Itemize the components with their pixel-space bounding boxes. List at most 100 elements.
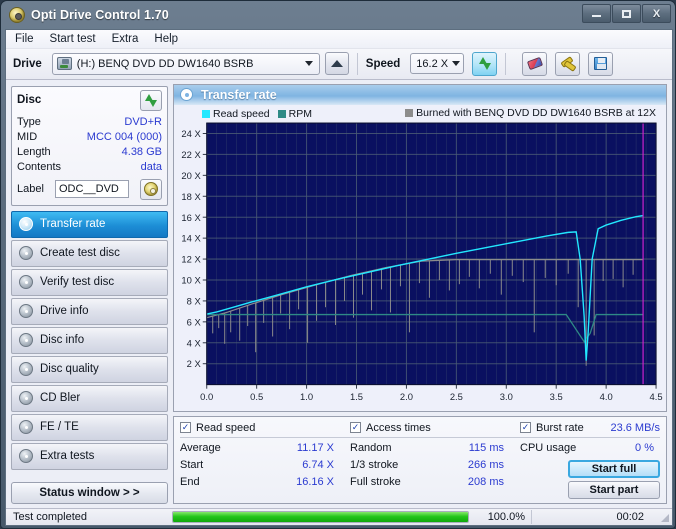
maximize-button[interactable]: [612, 4, 641, 23]
disc-value: MCC 004 (000): [86, 130, 162, 143]
start-part-button[interactable]: Start part: [568, 480, 660, 499]
sidebar-item-label: Disc quality: [40, 363, 99, 376]
svg-text:3.5: 3.5: [550, 392, 563, 403]
disc-icon: [19, 449, 33, 464]
legend-burn-info: Burned with BENQ DVD DD DW1640 BSRB at 1…: [405, 107, 656, 119]
svg-text:2.0: 2.0: [400, 392, 413, 403]
disc-info-panel: Disc Type DVD+R MID MCC 004 (000) Length…: [11, 85, 168, 206]
burst-rate-stats: Burst rate 23.6 MB/s CPU usage 0 % Start…: [520, 422, 660, 499]
eject-icon: [330, 60, 343, 68]
burst-rate-checkbox[interactable]: [520, 422, 531, 434]
menu-file[interactable]: File: [15, 31, 44, 47]
legend-swatch-rpm: [277, 109, 286, 118]
resize-grip[interactable]: [658, 511, 670, 523]
menu-extra[interactable]: Extra: [112, 31, 149, 47]
save-button[interactable]: [588, 51, 614, 76]
erase-button[interactable]: [522, 51, 548, 76]
stat-row-average: Average 11.17 X: [180, 440, 350, 457]
close-button[interactable]: X: [642, 4, 671, 23]
eraser-icon: [526, 57, 543, 71]
access-times-checkbox[interactable]: [350, 422, 361, 434]
disc-label-row: Label: [17, 178, 162, 200]
eject-button[interactable]: [324, 52, 349, 76]
svg-text:16 X: 16 X: [181, 212, 201, 223]
stat-row-start: Start 6.74 X: [180, 457, 350, 474]
sidebar-item-disc-quality[interactable]: Disc quality: [11, 355, 168, 383]
svg-text:4.0: 4.0: [600, 392, 613, 403]
stat-row-full-stroke: Full stroke 208 ms: [350, 474, 520, 491]
legend-label-burn: Burned with BENQ DVD DD DW1640 BSRB at 1…: [416, 106, 656, 119]
disc-icon: [19, 217, 33, 232]
stat-key: Random: [350, 441, 392, 454]
disc-label-input[interactable]: [54, 180, 129, 199]
sidebar-item-transfer-rate[interactable]: Transfer rate: [11, 210, 168, 238]
stat-key: 1/3 stroke: [350, 458, 399, 471]
svg-text:0.5: 0.5: [250, 392, 263, 403]
svg-text:22 X: 22 X: [181, 150, 201, 161]
status-window-button[interactable]: Status window > >: [11, 481, 168, 504]
stat-key: Full stroke: [350, 475, 401, 488]
svg-text:18 X: 18 X: [181, 192, 201, 203]
toolbar-divider-2: [505, 52, 507, 75]
stat-key: Start: [180, 458, 204, 471]
title-bar: Opti Drive Control 1.70 X: [1, 1, 675, 29]
sidebar-item-label: FE / TE: [40, 421, 79, 434]
legend-label-rpm: RPM: [288, 107, 312, 120]
disc-icon: [19, 275, 33, 290]
legend-swatch-read-speed: [202, 109, 210, 118]
progress-bar: [172, 510, 469, 523]
disc-refresh-button[interactable]: [140, 89, 162, 111]
sidebar-item-create-test-disc[interactable]: Create test disc: [11, 239, 168, 267]
burst-rate-value: 23.6 MB/s: [610, 421, 660, 434]
disc-row-type: Type DVD+R: [17, 115, 162, 130]
speed-select[interactable]: 16.2 X: [410, 53, 465, 75]
disc-label-button[interactable]: [139, 178, 162, 200]
toolbar: Drive (H:) BENQ DVD DD DW1640 BSRB Speed…: [6, 48, 672, 80]
sidebar-item-drive-info[interactable]: Drive info: [11, 297, 168, 325]
sidebar-item-extra-tests[interactable]: Extra tests: [11, 442, 168, 470]
stat-key: Average: [180, 441, 221, 454]
disc-key: Type: [17, 115, 41, 128]
svg-text:8 X: 8 X: [187, 296, 202, 307]
disc-label-key: Label: [17, 183, 44, 196]
main-body: Disc Type DVD+R MID MCC 004 (000) Length…: [6, 79, 676, 508]
progress-percent: 100.0%: [487, 510, 525, 523]
status-divider: [531, 509, 532, 524]
disc-icon: [19, 304, 33, 319]
toolbar-divider-1: [356, 52, 358, 75]
sidebar-item-disc-info[interactable]: Disc info: [11, 326, 168, 354]
window-title: Opti Drive Control 1.70: [31, 8, 169, 22]
stat-value: 0 %: [635, 441, 654, 454]
disc-row-contents: Contents data: [17, 160, 162, 175]
stat-value: 208 ms: [467, 475, 504, 488]
sidebar-nav: Transfer rate Create test disc Verify te…: [11, 210, 168, 470]
sidebar-item-fe-te[interactable]: FE / TE: [11, 413, 168, 441]
save-icon: [594, 57, 608, 71]
tools-button[interactable]: [555, 51, 581, 76]
app-disc-icon: [9, 7, 25, 23]
sidebar-item-verify-test-disc[interactable]: Verify test disc: [11, 268, 168, 296]
menu-start-test[interactable]: Start test: [50, 31, 106, 47]
chevron-down-icon: [302, 55, 317, 73]
sidebar-item-label: Create test disc: [40, 247, 120, 260]
chart-title: Transfer rate: [201, 87, 277, 102]
drive-select[interactable]: (H:) BENQ DVD DD DW1640 BSRB: [51, 52, 320, 75]
disc-key: Contents: [17, 160, 62, 173]
refresh-icon: [144, 93, 158, 107]
stat-value: 115 ms: [468, 441, 504, 454]
legend-label-read-speed: Read speed: [213, 107, 270, 120]
plot-area[interactable]: 2 X 4 X 6 X 8 X 10 X 12 X 14 X 16 X 18 X 20 X 22 X…: [174, 121, 676, 411]
start-full-button[interactable]: Start full: [568, 459, 660, 478]
disc-icon: [19, 362, 33, 377]
menu-help[interactable]: Help: [154, 31, 188, 47]
client-area: File Start test Extra Help Drive (H:) BE…: [5, 29, 676, 526]
minimize-button[interactable]: [582, 4, 611, 23]
transfer-rate-chart-panel: Transfer rate Read speed RPM Burned with…: [173, 83, 676, 412]
stat-key: CPU usage: [520, 441, 577, 454]
refresh-button[interactable]: [472, 51, 498, 76]
read-speed-checkbox[interactable]: [180, 422, 191, 434]
drive-select-value: (H:) BENQ DVD DD DW1640 BSRB: [76, 57, 254, 70]
sidebar-item-cd-bler[interactable]: CD Bler: [11, 384, 168, 412]
svg-text:12 X: 12 X: [181, 254, 201, 265]
